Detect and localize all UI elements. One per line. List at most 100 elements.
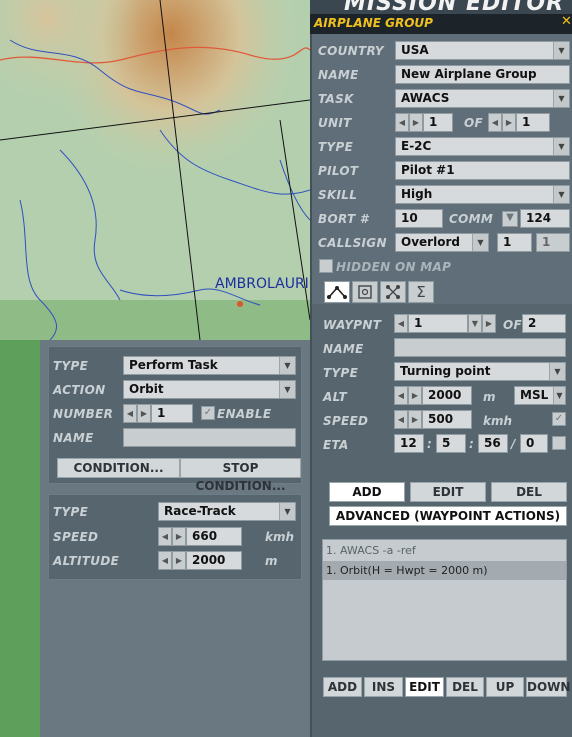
skill-select[interactable]: High ▼: [395, 185, 570, 204]
action-label: ACTION: [53, 383, 106, 397]
action-up-button[interactable]: UP: [486, 677, 524, 697]
arrow-left-icon[interactable]: ◀: [488, 113, 502, 132]
chevron-down-icon: ▼: [553, 90, 569, 107]
action-ins-button[interactable]: INS: [364, 677, 403, 697]
arrow-left-icon[interactable]: ◀: [123, 404, 137, 423]
chevron-down-icon[interactable]: ▼: [468, 314, 482, 333]
comm-input[interactable]: 124: [520, 209, 570, 228]
eta-lock-checkbox[interactable]: [552, 436, 566, 450]
condition-button[interactable]: CONDITION...: [57, 458, 180, 478]
sigma-icon: Σ: [416, 283, 426, 301]
chevron-down-icon: ▼: [553, 42, 569, 59]
arrow-left-icon[interactable]: ◀: [158, 527, 172, 546]
alt-value[interactable]: 2000: [422, 386, 472, 405]
callsign-select[interactable]: Overlord ▼: [395, 233, 489, 252]
hidden-on-map-checkbox[interactable]: [319, 259, 333, 273]
tab-route[interactable]: [324, 281, 350, 303]
unit-label: UNIT: [318, 116, 352, 130]
number-value[interactable]: 1: [151, 404, 193, 423]
group-name-input[interactable]: New Airplane Group: [395, 65, 570, 84]
speed-lock-checkbox[interactable]: ✓: [552, 412, 566, 426]
enable-checkbox[interactable]: ✓: [201, 406, 215, 420]
unit-value[interactable]: 1: [423, 113, 453, 132]
town-label: AMBROLAURI: [215, 276, 309, 292]
list-item[interactable]: 1. Orbit(H = Hwpt = 2000 m): [323, 561, 566, 580]
skill-label: SKILL: [318, 188, 358, 202]
action-type-label: TYPE: [53, 359, 89, 373]
orbit-speed-value[interactable]: 660: [186, 527, 242, 546]
arrow-right-icon[interactable]: ▶: [137, 404, 151, 423]
chevron-down-icon: ▼: [472, 234, 488, 251]
arrow-right-icon[interactable]: ▶: [502, 113, 516, 132]
arrow-right-icon[interactable]: ▶: [409, 113, 423, 132]
speed-stepper[interactable]: ◀ ▶ 500: [394, 410, 472, 429]
arrow-right-icon[interactable]: ▶: [172, 551, 186, 570]
action-down-button[interactable]: DOWN: [526, 677, 570, 697]
waypoint-edit-button[interactable]: EDIT: [410, 482, 486, 502]
tab-summary[interactable]: Σ: [408, 281, 434, 303]
speed-value[interactable]: 500: [422, 410, 472, 429]
eta-day[interactable]: 0: [520, 434, 548, 453]
arrow-left-icon[interactable]: ◀: [394, 314, 408, 333]
waypoint-of-label: OF: [503, 318, 522, 332]
list-item[interactable]: 1. AWACS -a -ref: [323, 541, 566, 560]
waypoint-del-button[interactable]: DEL: [491, 482, 567, 502]
arrow-left-icon[interactable]: ◀: [394, 386, 408, 405]
aircraft-type-select[interactable]: E-2C ▼: [395, 137, 570, 156]
arrow-left-icon[interactable]: ◀: [158, 551, 172, 570]
orbit-altitude-unit: m: [265, 554, 278, 568]
waypoint-type-select[interactable]: Turning point ▼: [394, 362, 566, 381]
comm-checkbox[interactable]: ▼: [502, 211, 518, 227]
number-stepper[interactable]: ◀ ▶ 1: [123, 404, 193, 423]
arrow-left-icon[interactable]: ◀: [394, 410, 408, 429]
arrow-left-icon[interactable]: ◀: [395, 113, 409, 132]
action-name-input[interactable]: [123, 428, 296, 447]
action-del-button[interactable]: DEL: [446, 677, 484, 697]
callsign-number-1[interactable]: 1: [497, 233, 532, 252]
chevron-down-icon: ▼: [279, 381, 295, 398]
arrow-right-icon[interactable]: ▶: [172, 527, 186, 546]
waypoint-name-input[interactable]: [394, 338, 566, 357]
orbit-altitude-stepper[interactable]: ◀ ▶ 2000: [158, 551, 242, 570]
tab-properties[interactable]: [380, 281, 406, 303]
waypoint-add-button[interactable]: ADD: [329, 482, 405, 502]
task-select[interactable]: AWACS ▼: [395, 89, 570, 108]
waypoint-stepper[interactable]: ◀ 1 ▼ ▶: [394, 314, 496, 333]
bort-input[interactable]: 10: [395, 209, 443, 228]
alt-reference-select[interactable]: MSL ▼: [514, 386, 566, 405]
unit-stepper[interactable]: ◀ ▶ 1: [395, 113, 453, 132]
action-select[interactable]: Orbit ▼: [123, 380, 296, 399]
eta-hours[interactable]: 12: [394, 434, 424, 453]
tab-payload[interactable]: [352, 281, 378, 303]
action-type-value: Perform Task: [129, 358, 218, 372]
arrow-right-icon[interactable]: ▶: [408, 386, 422, 405]
advanced-waypoint-actions-button[interactable]: ADVANCED (WAYPOINT ACTIONS): [329, 506, 567, 526]
country-select[interactable]: USA ▼: [395, 41, 570, 60]
unit-total-stepper[interactable]: ◀ ▶ 1: [488, 113, 550, 132]
waypoint-value[interactable]: 1: [408, 314, 468, 333]
action-add-button[interactable]: ADD: [323, 677, 362, 697]
skill-value: High: [401, 187, 433, 201]
chevron-down-icon: ▼: [553, 387, 565, 404]
close-icon[interactable]: ✕: [561, 14, 572, 29]
callsign-number-2[interactable]: 1: [536, 233, 570, 252]
action-type-select[interactable]: Perform Task ▼: [123, 356, 296, 375]
orbit-altitude-value[interactable]: 2000: [186, 551, 242, 570]
unit-total-value[interactable]: 1: [516, 113, 550, 132]
alt-stepper[interactable]: ◀ ▶ 2000: [394, 386, 472, 405]
country-value: USA: [401, 43, 429, 57]
unit-of-label: OF: [464, 116, 483, 130]
action-edit-button[interactable]: EDIT: [405, 677, 444, 697]
orbit-type-select[interactable]: Race-Track ▼: [158, 502, 296, 521]
pilot-input[interactable]: Pilot #1: [395, 161, 570, 180]
speed-unit: kmh: [483, 414, 513, 428]
arrow-right-icon[interactable]: ▶: [482, 314, 496, 333]
eta-sep-1: :: [427, 437, 432, 451]
eta-minutes[interactable]: 5: [436, 434, 466, 453]
eta-seconds[interactable]: 56: [478, 434, 508, 453]
orbit-speed-stepper[interactable]: ◀ ▶ 660: [158, 527, 242, 546]
eta-label: ETA: [323, 438, 349, 452]
stop-condition-button[interactable]: STOP CONDITION...: [180, 458, 301, 493]
window-title: MISSION EDITOR: [344, 0, 565, 14]
arrow-right-icon[interactable]: ▶: [408, 410, 422, 429]
